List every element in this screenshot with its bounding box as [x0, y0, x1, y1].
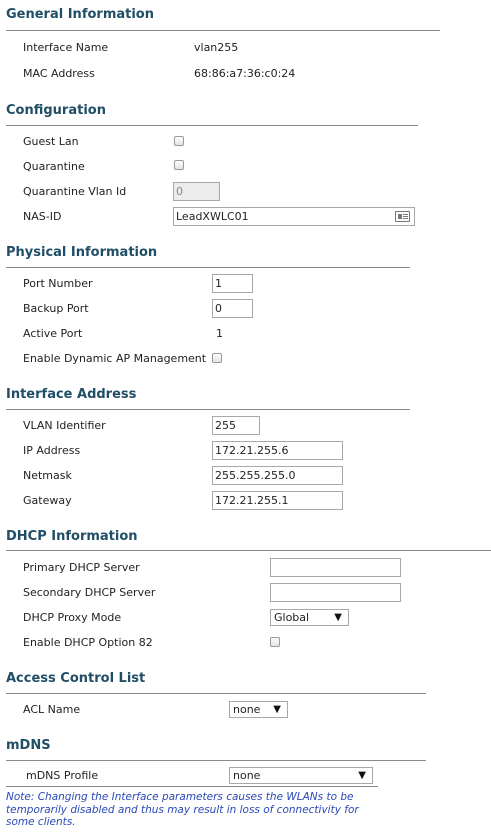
interface-name-label: Interface Name	[23, 41, 109, 54]
vlan-identifier-input[interactable]: 255	[212, 416, 260, 435]
dropdown-arrow-icon: ▼	[334, 612, 342, 623]
dropdown-arrow-icon: ▼	[358, 770, 366, 781]
mac-address-label: MAC Address	[23, 67, 95, 80]
physical-information-title: Physical Information	[6, 245, 158, 260]
contact-card-icon[interactable]	[395, 211, 410, 222]
dhcp-proxy-mode-value: Global	[274, 611, 310, 624]
port-number-input[interactable]: 1	[212, 274, 253, 293]
interface-change-note: Note: Changing the Interface parameters …	[6, 791, 359, 828]
ip-address-input[interactable]: 172.21.255.6	[212, 441, 343, 460]
acl-name-select[interactable]: none ▼	[229, 701, 288, 718]
primary-dhcp-server-input[interactable]	[270, 558, 401, 577]
mdns-profile-value: none	[233, 769, 261, 782]
active-port-label: Active Port	[23, 327, 83, 340]
mdns-profile-label: mDNS Profile	[26, 769, 99, 782]
nas-id-input[interactable]: LeadXWLC01	[173, 207, 415, 226]
mdns-profile-select[interactable]: none ▼	[229, 767, 373, 784]
section-divider	[6, 786, 378, 787]
dynamic-ap-management-checkbox[interactable]	[212, 353, 222, 363]
quarantine-vlan-id-input[interactable]: 0	[173, 182, 220, 201]
dhcp-proxy-mode-label: DHCP Proxy Mode	[23, 611, 122, 624]
section-divider	[6, 267, 410, 268]
configuration-title: Configuration	[6, 103, 106, 118]
gateway-label: Gateway	[23, 494, 72, 507]
general-information-title: General Information	[6, 7, 154, 22]
guest-lan-checkbox[interactable]	[174, 136, 184, 146]
access-control-list-title: Access Control List	[6, 671, 146, 686]
dhcp-option-82-checkbox[interactable]	[270, 637, 280, 647]
netmask-input[interactable]: 255.255.255.0	[212, 466, 343, 485]
section-divider	[6, 550, 491, 551]
section-divider	[6, 30, 440, 31]
nas-id-label: NAS-ID	[23, 210, 62, 223]
quarantine-label: Quarantine	[23, 160, 85, 173]
quarantine-vlan-id-label: Quarantine Vlan Id	[23, 185, 127, 198]
dynamic-ap-management-label: Enable Dynamic AP Management	[23, 352, 207, 365]
backup-port-input[interactable]: 0	[212, 299, 253, 318]
interface-address-title: Interface Address	[6, 387, 137, 402]
acl-name-label: ACL Name	[23, 703, 81, 716]
nas-id-value: LeadXWLC01	[176, 210, 249, 223]
guest-lan-label: Guest Lan	[23, 135, 79, 148]
mac-address-value: 68:86:a7:36:c0:24	[194, 67, 296, 80]
secondary-dhcp-server-input[interactable]	[270, 583, 401, 602]
netmask-label: Netmask	[23, 469, 72, 482]
mdns-title: mDNS	[6, 738, 51, 753]
interface-name-value: vlan255	[194, 41, 239, 54]
section-divider	[6, 125, 418, 126]
port-number-label: Port Number	[23, 277, 93, 290]
quarantine-checkbox[interactable]	[174, 160, 184, 170]
acl-name-value: none	[233, 703, 261, 716]
active-port-value: 1	[216, 327, 223, 340]
vlan-identifier-label: VLAN Identifier	[23, 419, 106, 432]
dhcp-information-title: DHCP Information	[6, 529, 138, 544]
dhcp-option-82-label: Enable DHCP Option 82	[23, 636, 153, 649]
primary-dhcp-server-label: Primary DHCP Server	[23, 561, 140, 574]
secondary-dhcp-server-label: Secondary DHCP Server	[23, 586, 156, 599]
ip-address-label: IP Address	[23, 444, 81, 457]
backup-port-label: Backup Port	[23, 302, 89, 315]
section-divider	[6, 760, 426, 761]
dropdown-arrow-icon: ▼	[273, 704, 281, 715]
dhcp-proxy-mode-select[interactable]: Global ▼	[270, 609, 349, 626]
section-divider	[6, 693, 426, 694]
section-divider	[6, 409, 410, 410]
gateway-input[interactable]: 172.21.255.1	[212, 491, 343, 510]
